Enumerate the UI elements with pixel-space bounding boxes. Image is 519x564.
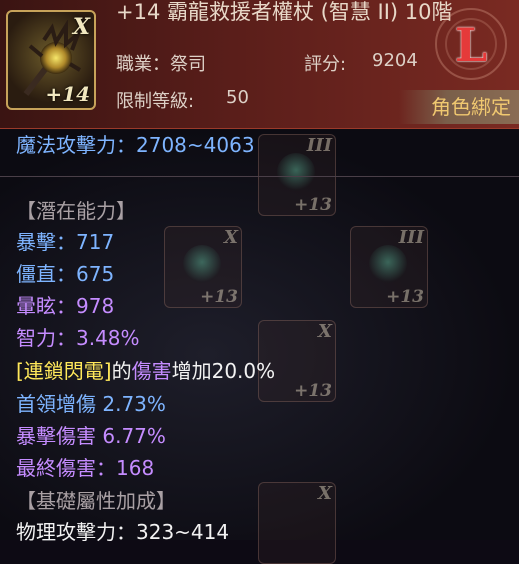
potential-stat-stun: 暈眩：978 xyxy=(16,294,115,318)
item-icon-slot[interactable]: X +14 xyxy=(6,10,96,110)
boss-damage-stat: 首領增傷 2.73% xyxy=(16,392,166,416)
slot-enhance: +13 xyxy=(294,195,332,215)
score-label: 評分: xyxy=(304,54,347,75)
slot-tier: III xyxy=(398,227,424,248)
gem-icon xyxy=(369,245,407,283)
slot-enhance: +13 xyxy=(200,287,238,307)
potential-stat-crit: 暴擊：717 xyxy=(16,230,115,254)
score-value: 9204 xyxy=(372,50,418,71)
magic-attack-stat: 魔法攻擊力：2708~4063 xyxy=(16,133,255,157)
item-enhance-label: +14 xyxy=(45,82,90,106)
job-value: 祭司 xyxy=(170,54,206,75)
skill-damage-line: [連鎖閃電]的傷害增加20.0% xyxy=(16,358,275,384)
item-tooltip-header: X +14 +14 霸龍救援者權杖 (智慧 II) 10階 職業： 祭司 評分:… xyxy=(0,0,519,129)
background-slot: X xyxy=(258,482,336,564)
slot-enhance: +13 xyxy=(386,287,424,307)
level-label: 限制等級: xyxy=(116,91,195,112)
slot-tier: X xyxy=(318,321,332,342)
grade-letter: L xyxy=(454,18,488,72)
potential-stat-int: 智力：3.48% xyxy=(16,326,140,350)
skill-connector: 的 xyxy=(111,359,132,383)
skill-effect: 傷害 xyxy=(131,359,172,383)
grade-badge: L xyxy=(435,8,507,80)
item-tier-label: X xyxy=(72,14,90,40)
job-label: 職業： xyxy=(116,54,170,75)
potential-header: 【潛在能力】 xyxy=(16,199,136,223)
slot-enhance: +13 xyxy=(294,381,332,401)
gem-icon xyxy=(277,153,315,191)
level-value: 50 xyxy=(226,87,249,108)
base-attribute-header: 【基礎屬性加成】 xyxy=(16,489,176,513)
bind-status: 角色綁定 xyxy=(399,90,519,124)
potential-stat-stiff: 僵直：675 xyxy=(16,262,115,286)
slot-tier: X xyxy=(224,227,238,248)
final-damage-stat: 最終傷害：168 xyxy=(16,456,155,480)
background-slot: X +13 xyxy=(164,226,242,308)
skill-bonus: 增加20.0% xyxy=(171,359,276,383)
background-slot: III +13 xyxy=(350,226,428,308)
background-slot: III +13 xyxy=(258,134,336,216)
gem-icon xyxy=(183,245,221,283)
physical-attack-stat: 物理攻擊力：323~414 xyxy=(16,520,230,544)
crit-damage-stat: 暴擊傷害 6.77% xyxy=(16,424,166,448)
section-divider xyxy=(0,176,519,177)
skill-name: [連鎖閃電] xyxy=(16,359,112,383)
slot-tier: X xyxy=(318,483,332,504)
slot-tier: III xyxy=(306,135,332,156)
